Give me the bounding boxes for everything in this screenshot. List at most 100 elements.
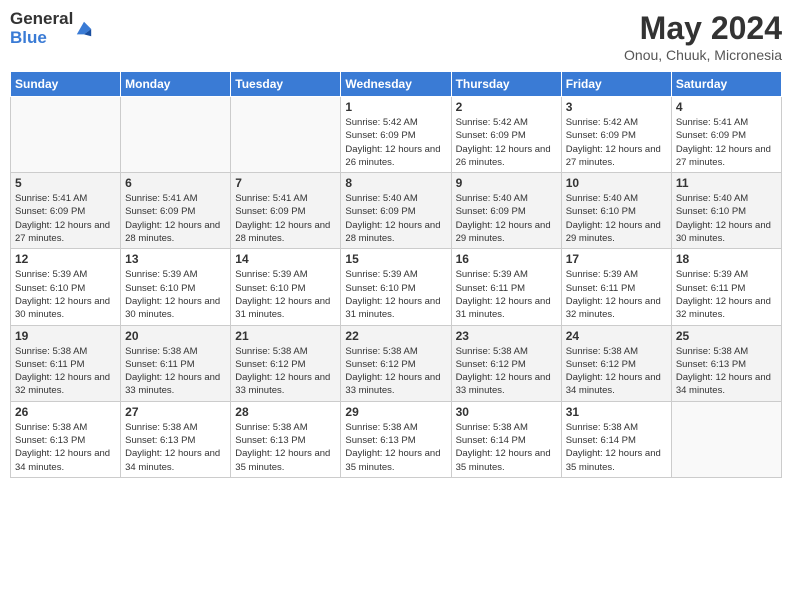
- col-friday: Friday: [561, 72, 671, 97]
- table-row: 13 Sunrise: 5:39 AM Sunset: 6:10 PM Dayli…: [121, 249, 231, 325]
- day-number: 3: [566, 100, 667, 114]
- day-number: 25: [676, 329, 777, 343]
- calendar-week-row: 19 Sunrise: 5:38 AM Sunset: 6:11 PM Dayli…: [11, 325, 782, 401]
- table-row: 20 Sunrise: 5:38 AM Sunset: 6:11 PM Dayli…: [121, 325, 231, 401]
- day-number: 17: [566, 252, 667, 266]
- calendar-week-row: 5 Sunrise: 5:41 AM Sunset: 6:09 PM Daylig…: [11, 173, 782, 249]
- table-row: 19Sunrise: 5:38 AM Sunset: 6:11 PM Dayli…: [11, 325, 121, 401]
- table-row: 9 Sunrise: 5:40 AM Sunset: 6:09 PM Daylig…: [451, 173, 561, 249]
- day-info: Sunrise: 5:41 AM Sunset: 6:09 PM Dayligh…: [125, 192, 226, 245]
- day-info: Sunrise: 5:38 AM Sunset: 6:12 PM Dayligh…: [345, 345, 446, 398]
- month-title: May 2024: [624, 10, 782, 47]
- table-row: 15 Sunrise: 5:39 AM Sunset: 6:10 PM Dayli…: [341, 249, 451, 325]
- logo-blue: Blue: [10, 29, 73, 48]
- day-number: 16: [456, 252, 557, 266]
- day-number: 20: [125, 329, 226, 343]
- table-row: 22 Sunrise: 5:38 AM Sunset: 6:12 PM Dayli…: [341, 325, 451, 401]
- logo-general: General: [10, 10, 73, 29]
- day-info: Sunrise: 5:39 AM Sunset: 6:10 PM Dayligh…: [235, 268, 336, 321]
- day-number: 28: [235, 405, 336, 419]
- logo-icon: [75, 20, 93, 38]
- day-number: 29: [345, 405, 446, 419]
- day-info: Sunrise: 5:40 AM Sunset: 6:10 PM Dayligh…: [566, 192, 667, 245]
- table-row: 12 Sunrise: 5:39 AM Sunset: 6:10 PM Dayli…: [11, 249, 121, 325]
- day-number: 8: [345, 176, 446, 190]
- calendar-table: Sunday Monday Tuesday Wednesday Thursday…: [10, 71, 782, 478]
- day-number: 23: [456, 329, 557, 343]
- col-wednesday: Wednesday: [341, 72, 451, 97]
- table-row: 5 Sunrise: 5:41 AM Sunset: 6:09 PM Daylig…: [11, 173, 121, 249]
- day-info: Sunrise: 5:42 AM Sunset: 6:09 PM Dayligh…: [345, 116, 446, 169]
- table-row: 27Sunrise: 5:38 AM Sunset: 6:13 PM Dayli…: [121, 401, 231, 477]
- calendar-header-row: Sunday Monday Tuesday Wednesday Thursday…: [11, 72, 782, 97]
- day-number: 12: [15, 252, 116, 266]
- day-number: 15: [345, 252, 446, 266]
- title-block: May 2024 Onou, Chuuk, Micronesia: [624, 10, 782, 63]
- day-number: 11: [676, 176, 777, 190]
- day-info: Sunrise: 5:38 AM Sunset: 6:13 PM Dayligh…: [125, 421, 226, 474]
- day-number: 5: [15, 176, 116, 190]
- day-info: Sunrise: 5:38 AM Sunset: 6:12 PM Dayligh…: [235, 345, 336, 398]
- day-info: Sunrise: 5:41 AM Sunset: 6:09 PM Dayligh…: [15, 192, 116, 245]
- day-info: Sunrise: 5:38 AM Sunset: 6:13 PM Dayligh…: [235, 421, 336, 474]
- table-row: 28 Sunrise: 5:38 AM Sunset: 6:13 PM Dayli…: [231, 401, 341, 477]
- day-info: Sunrise: 5:38 AM Sunset: 6:12 PM Dayligh…: [456, 345, 557, 398]
- table-row: [121, 97, 231, 173]
- table-row: 24Sunrise: 5:38 AM Sunset: 6:12 PM Dayli…: [561, 325, 671, 401]
- day-number: 31: [566, 405, 667, 419]
- table-row: 17 Sunrise: 5:39 AM Sunset: 6:11 PM Dayli…: [561, 249, 671, 325]
- day-info: Sunrise: 5:38 AM Sunset: 6:13 PM Dayligh…: [15, 421, 116, 474]
- table-row: 30 Sunrise: 5:38 AM Sunset: 6:14 PM Dayli…: [451, 401, 561, 477]
- col-thursday: Thursday: [451, 72, 561, 97]
- day-info: Sunrise: 5:38 AM Sunset: 6:13 PM Dayligh…: [345, 421, 446, 474]
- table-row: 4Sunrise: 5:41 AM Sunset: 6:09 PM Daylig…: [671, 97, 781, 173]
- table-row: [231, 97, 341, 173]
- calendar-week-row: 12 Sunrise: 5:39 AM Sunset: 6:10 PM Dayli…: [11, 249, 782, 325]
- day-number: 14: [235, 252, 336, 266]
- logo-text: General Blue: [10, 10, 73, 47]
- day-info: Sunrise: 5:39 AM Sunset: 6:10 PM Dayligh…: [15, 268, 116, 321]
- table-row: 18 Sunrise: 5:39 AM Sunset: 6:11 PM Dayli…: [671, 249, 781, 325]
- table-row: 31 Sunrise: 5:38 AM Sunset: 6:14 PM Dayli…: [561, 401, 671, 477]
- day-info: Sunrise: 5:40 AM Sunset: 6:09 PM Dayligh…: [345, 192, 446, 245]
- col-saturday: Saturday: [671, 72, 781, 97]
- table-row: 29 Sunrise: 5:38 AM Sunset: 6:13 PM Dayli…: [341, 401, 451, 477]
- table-row: 2Sunrise: 5:42 AM Sunset: 6:09 PM Daylig…: [451, 97, 561, 173]
- day-number: 13: [125, 252, 226, 266]
- table-row: [11, 97, 121, 173]
- day-info: Sunrise: 5:38 AM Sunset: 6:11 PM Dayligh…: [125, 345, 226, 398]
- day-number: 6: [125, 176, 226, 190]
- day-number: 18: [676, 252, 777, 266]
- day-info: Sunrise: 5:38 AM Sunset: 6:14 PM Dayligh…: [456, 421, 557, 474]
- col-monday: Monday: [121, 72, 231, 97]
- day-number: 30: [456, 405, 557, 419]
- day-number: 26: [15, 405, 116, 419]
- day-info: Sunrise: 5:39 AM Sunset: 6:10 PM Dayligh…: [345, 268, 446, 321]
- day-number: 9: [456, 176, 557, 190]
- day-info: Sunrise: 5:41 AM Sunset: 6:09 PM Dayligh…: [235, 192, 336, 245]
- col-tuesday: Tuesday: [231, 72, 341, 97]
- day-info: Sunrise: 5:38 AM Sunset: 6:14 PM Dayligh…: [566, 421, 667, 474]
- table-row: 1 Sunrise: 5:42 AM Sunset: 6:09 PM Daylig…: [341, 97, 451, 173]
- calendar-week-row: 1 Sunrise: 5:42 AM Sunset: 6:09 PM Daylig…: [11, 97, 782, 173]
- table-row: 23 Sunrise: 5:38 AM Sunset: 6:12 PM Dayli…: [451, 325, 561, 401]
- table-row: 14 Sunrise: 5:39 AM Sunset: 6:10 PM Dayli…: [231, 249, 341, 325]
- day-number: 1: [345, 100, 446, 114]
- logo: General Blue: [10, 10, 93, 47]
- day-number: 22: [345, 329, 446, 343]
- table-row: 3Sunrise: 5:42 AM Sunset: 6:09 PM Daylig…: [561, 97, 671, 173]
- day-number: 21: [235, 329, 336, 343]
- table-row: 11Sunrise: 5:40 AM Sunset: 6:10 PM Dayli…: [671, 173, 781, 249]
- day-info: Sunrise: 5:41 AM Sunset: 6:09 PM Dayligh…: [676, 116, 777, 169]
- table-row: 8 Sunrise: 5:40 AM Sunset: 6:09 PM Daylig…: [341, 173, 451, 249]
- day-info: Sunrise: 5:40 AM Sunset: 6:09 PM Dayligh…: [456, 192, 557, 245]
- day-number: 2: [456, 100, 557, 114]
- day-info: Sunrise: 5:39 AM Sunset: 6:10 PM Dayligh…: [125, 268, 226, 321]
- day-number: 19: [15, 329, 116, 343]
- table-row: [671, 401, 781, 477]
- table-row: 16Sunrise: 5:39 AM Sunset: 6:11 PM Dayli…: [451, 249, 561, 325]
- day-info: Sunrise: 5:39 AM Sunset: 6:11 PM Dayligh…: [566, 268, 667, 321]
- table-row: 10Sunrise: 5:40 AM Sunset: 6:10 PM Dayli…: [561, 173, 671, 249]
- table-row: 7Sunrise: 5:41 AM Sunset: 6:09 PM Daylig…: [231, 173, 341, 249]
- day-info: Sunrise: 5:39 AM Sunset: 6:11 PM Dayligh…: [676, 268, 777, 321]
